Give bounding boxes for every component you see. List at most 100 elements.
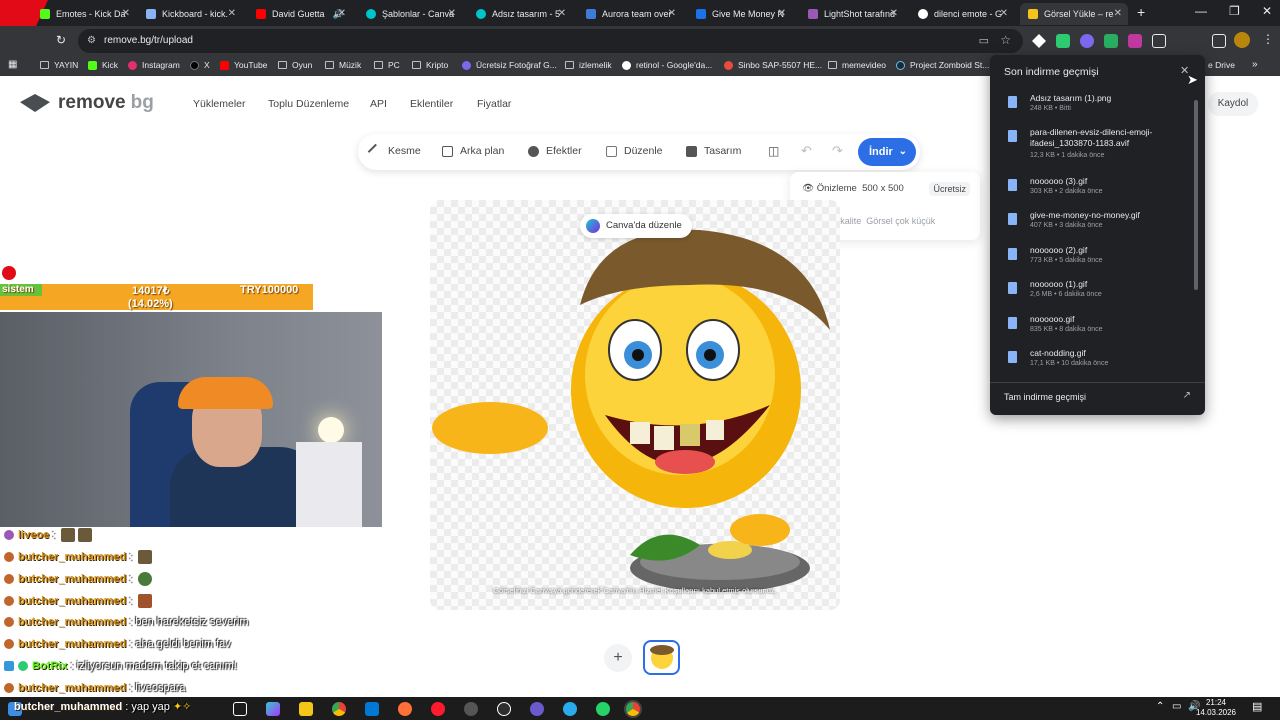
bookmark-folder[interactable]: Oyun [278,60,312,70]
tab-lightshot[interactable]: LightShot tarafınd ✕ [800,3,904,25]
undo-icon[interactable]: ↶ [801,143,812,159]
tab-emotes[interactable]: Emotes - Kick Da ✕ [32,3,136,25]
bookmark-folder[interactable]: Müzik [325,60,361,70]
tab-google[interactable]: dilenci emote - G ✕ [910,3,1014,25]
extension-icon[interactable] [1032,34,1046,48]
add-image-button[interactable]: + [604,644,632,672]
scrollbar[interactable] [1194,100,1198,290]
notifications-icon[interactable]: ▤ [1252,700,1262,713]
download-item[interactable]: noooooo (3).gif 303 KB • 2 dakika önce [1004,176,1184,200]
bookmark-item[interactable]: X [190,60,210,70]
mail-icon[interactable] [365,702,379,716]
omnibox[interactable]: ⚙ remove.bg/tr/upload ▭ ☆ [78,29,1023,53]
extension-icon[interactable] [1104,34,1118,48]
network-icon[interactable]: ▭ [1172,701,1181,712]
app-icon[interactable] [464,702,478,716]
task-view-icon[interactable] [233,702,247,716]
bookmark-folder[interactable]: izlemelik [565,60,612,70]
canva-edit-button[interactable]: Canva'da düzenle [580,214,692,238]
download-item[interactable]: give-me-money-no-money.gif 407 KB • 3 dak… [1004,210,1184,234]
close-icon[interactable]: ✕ [1114,8,1122,19]
external-link-icon[interactable]: ↗ [1183,390,1191,401]
tray-chevron-icon[interactable]: ⌃ [1156,701,1164,712]
close-icon[interactable]: ✕ [890,8,898,19]
extension-icon[interactable] [1080,34,1094,48]
tab-canva-design[interactable]: Adsız tasarım - 5 ✕ [468,3,572,25]
extensions-puzzle-icon[interactable] [1152,34,1166,48]
compare-icon[interactable]: ◫ [768,144,779,158]
download-button[interactable]: İndir ⌄ [858,138,916,166]
minimize-button[interactable]: — [1195,4,1207,18]
system-clock[interactable]: 21:24 14.03.2026 [1196,698,1236,718]
bookmark-item[interactable]: Instagram [128,60,180,70]
close-icon[interactable]: ✕ [668,8,676,19]
close-icon[interactable]: ✕ [778,8,786,19]
removebg-logo[interactable]: remove bg [20,92,154,114]
url-text[interactable]: remove.bg/tr/upload [104,35,193,46]
bookmark-folder[interactable]: PC [374,60,400,70]
close-icon[interactable]: ✕ [558,8,566,19]
download-item[interactable]: cat-nodding.gif 17,1 KB • 10 dakika önce [1004,348,1184,372]
more-bookmarks-icon[interactable]: » [1252,59,1258,70]
app-icon[interactable] [530,702,544,716]
download-item[interactable]: noooooo.gif 835 KB • 8 dakika önce [1004,314,1184,338]
close-icon[interactable]: ✕ [338,8,346,19]
background-tool[interactable]: Arka plan [442,145,504,157]
extension-icon[interactable] [1128,34,1142,48]
bookmark-folder[interactable]: YAYIN [40,60,78,70]
close-icon[interactable]: ✕ [228,8,236,19]
window-close-button[interactable]: ✕ [1262,4,1272,18]
obs-icon[interactable] [497,702,511,716]
bookmark-item[interactable]: e Drive [1208,60,1235,70]
download-item[interactable]: para-dilenen-evsiz-dilenci-emoji-ifadesi… [1004,127,1184,163]
nav-extensions[interactable]: Eklentiler [410,98,453,110]
chrome-icon[interactable] [332,702,346,716]
image-canvas[interactable] [430,200,840,610]
redo-icon[interactable]: ↷ [832,143,843,159]
download-item[interactable]: Adsız tasarım (1).png 248 KB • Bitti [1004,93,1184,117]
design-tool[interactable]: Tasarım [686,145,741,157]
close-icon[interactable]: ✕ [448,8,456,19]
close-icon[interactable]: ✕ [1000,8,1008,19]
full-history-link[interactable]: Tam indirme geçmişi [1004,392,1086,402]
nav-bulk-edit[interactable]: Toplu Düzenleme [268,98,349,110]
profile-avatar[interactable] [1234,32,1250,48]
opera-icon[interactable] [431,702,445,716]
cast-icon[interactable]: ▭ [979,34,989,47]
cut-tool[interactable]: Kesme [367,143,421,159]
tab-canva-templates[interactable]: Şablonlar - Canva ✕ [358,3,462,25]
copilot-icon[interactable] [266,702,280,716]
bookmark-item[interactable]: Kick [88,60,118,70]
tab-aurora[interactable]: Aurora team over ✕ [578,3,682,25]
bookmark-item[interactable]: Sinbo SAP-5507 HE... [724,60,822,70]
nav-api[interactable]: API [370,98,387,110]
chrome-active-icon[interactable] [626,702,640,716]
site-info-icon[interactable]: ⚙ [87,35,96,46]
bookmark-item[interactable]: YouTube [220,60,267,70]
menu-icon[interactable]: ⋮ [1262,32,1274,46]
image-thumbnail[interactable] [643,640,680,675]
file-explorer-icon[interactable] [299,702,313,716]
bookmark-folder[interactable]: Kripto [412,60,448,70]
preview-option[interactable]: 👁 Önizleme 500 x 500 [802,183,904,194]
bookmark-star-icon[interactable]: ☆ [1000,33,1011,47]
media-icon[interactable] [1212,34,1226,48]
bookmark-folder[interactable]: memevideo [828,60,886,70]
effects-tool[interactable]: Efektler [528,145,582,157]
nav-pricing[interactable]: Fiyatlar [477,98,511,110]
maximize-button[interactable]: ❐ [1229,4,1240,18]
bookmark-item[interactable]: retinol - Google'da... [622,60,712,70]
firefox-icon[interactable] [398,702,412,716]
nav-uploads[interactable]: Yüklemeler [193,98,246,110]
download-item[interactable]: noooooo (2).gif 773 KB • 5 dakika önce [1004,245,1184,269]
reload-icon[interactable]: ↻ [56,33,66,47]
tab-give-me-money[interactable]: Give Me Money N ✕ [688,3,792,25]
close-icon[interactable]: ✕ [122,8,130,19]
tab-youtube[interactable]: David Guetta 🔊 ✕ [248,3,352,25]
extension-icon[interactable] [1056,34,1070,48]
download-item[interactable]: noooooo (1).gif 2,6 MB • 6 dakika önce [1004,279,1184,303]
bookmark-item[interactable]: Ücretsiz Fotoğraf G... [462,60,557,70]
new-tab-button[interactable]: + [1137,4,1145,20]
apps-icon[interactable]: ▦ [8,59,17,70]
signup-button[interactable]: Kaydol [1208,92,1258,116]
